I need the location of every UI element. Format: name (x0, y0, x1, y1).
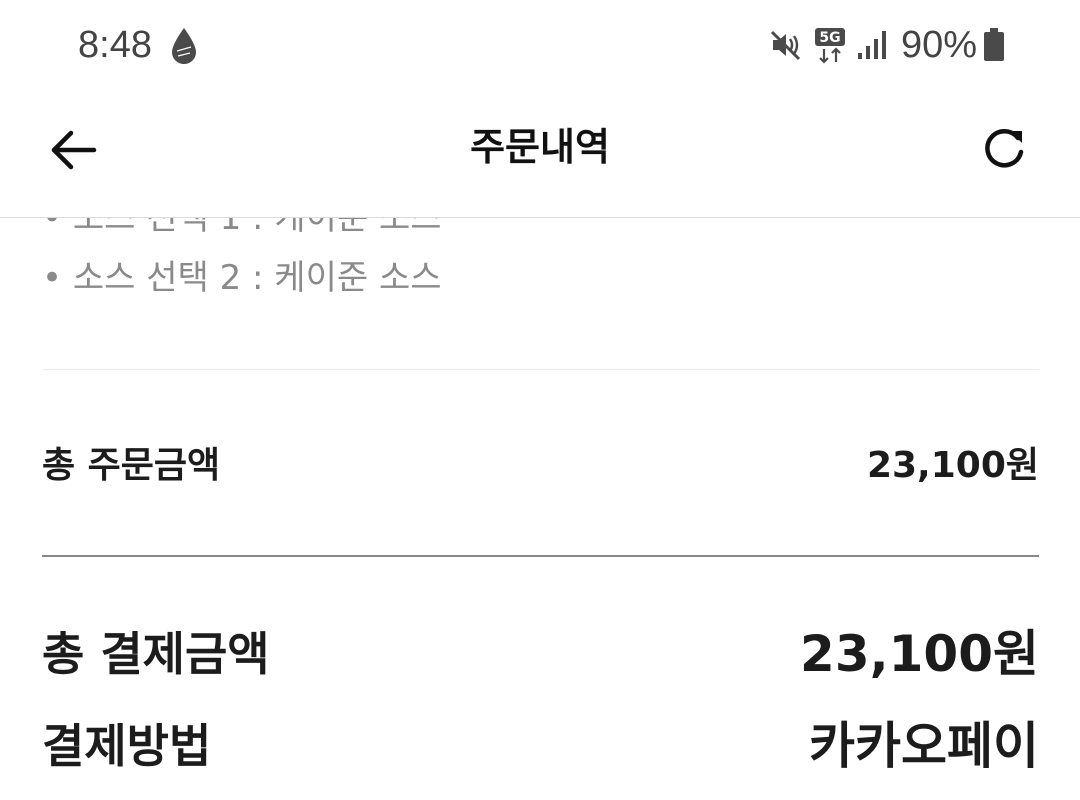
payment-method-row: 결제방법 카카오페이 (42, 710, 1039, 782)
divider (42, 555, 1039, 557)
order-total-row: 총 주문금액 23,100원 (42, 440, 1039, 492)
page-title: 주문내역 (470, 125, 610, 169)
payment-method-value: 카카오페이 (809, 717, 1039, 775)
svg-text:5G: 5G (819, 30, 840, 46)
refresh-button[interactable] (976, 122, 1032, 178)
order-total-value: 23,100원 (866, 445, 1039, 486)
battery-percent: 90% (900, 24, 977, 66)
divider (42, 369, 1039, 370)
app-header: 주문내역 (0, 92, 1080, 218)
signal-icon (857, 31, 886, 59)
order-total-label: 총 주문금액 (42, 445, 221, 486)
order-detail-content: • 소스 선택 1 : 케이준 소스 • 소스 선택 2 : 케이준 소스 총 … (0, 218, 1080, 800)
5g-icon: 5G (814, 28, 845, 64)
payment-method-label: 결제방법 (42, 719, 212, 773)
payment-total-value: 23,100원 (800, 625, 1039, 683)
refresh-icon (985, 129, 1024, 168)
battery-icon (984, 28, 1004, 61)
status-icons: 5G 90% (769, 22, 1005, 68)
mute-icon (770, 30, 800, 61)
option-item: • 소스 선택 1 : 케이준 소스 (42, 218, 442, 238)
status-bar: 8:48 5G 90% (0, 0, 1080, 92)
status-time: 8:48 (78, 24, 152, 66)
payment-total-label: 총 결제금액 (42, 627, 270, 681)
option-item: • 소스 선택 2 : 케이준 소스 (42, 258, 442, 298)
payment-total-row: 총 결제금액 23,100원 (42, 618, 1039, 690)
coway-trust-drop-icon (172, 28, 196, 64)
